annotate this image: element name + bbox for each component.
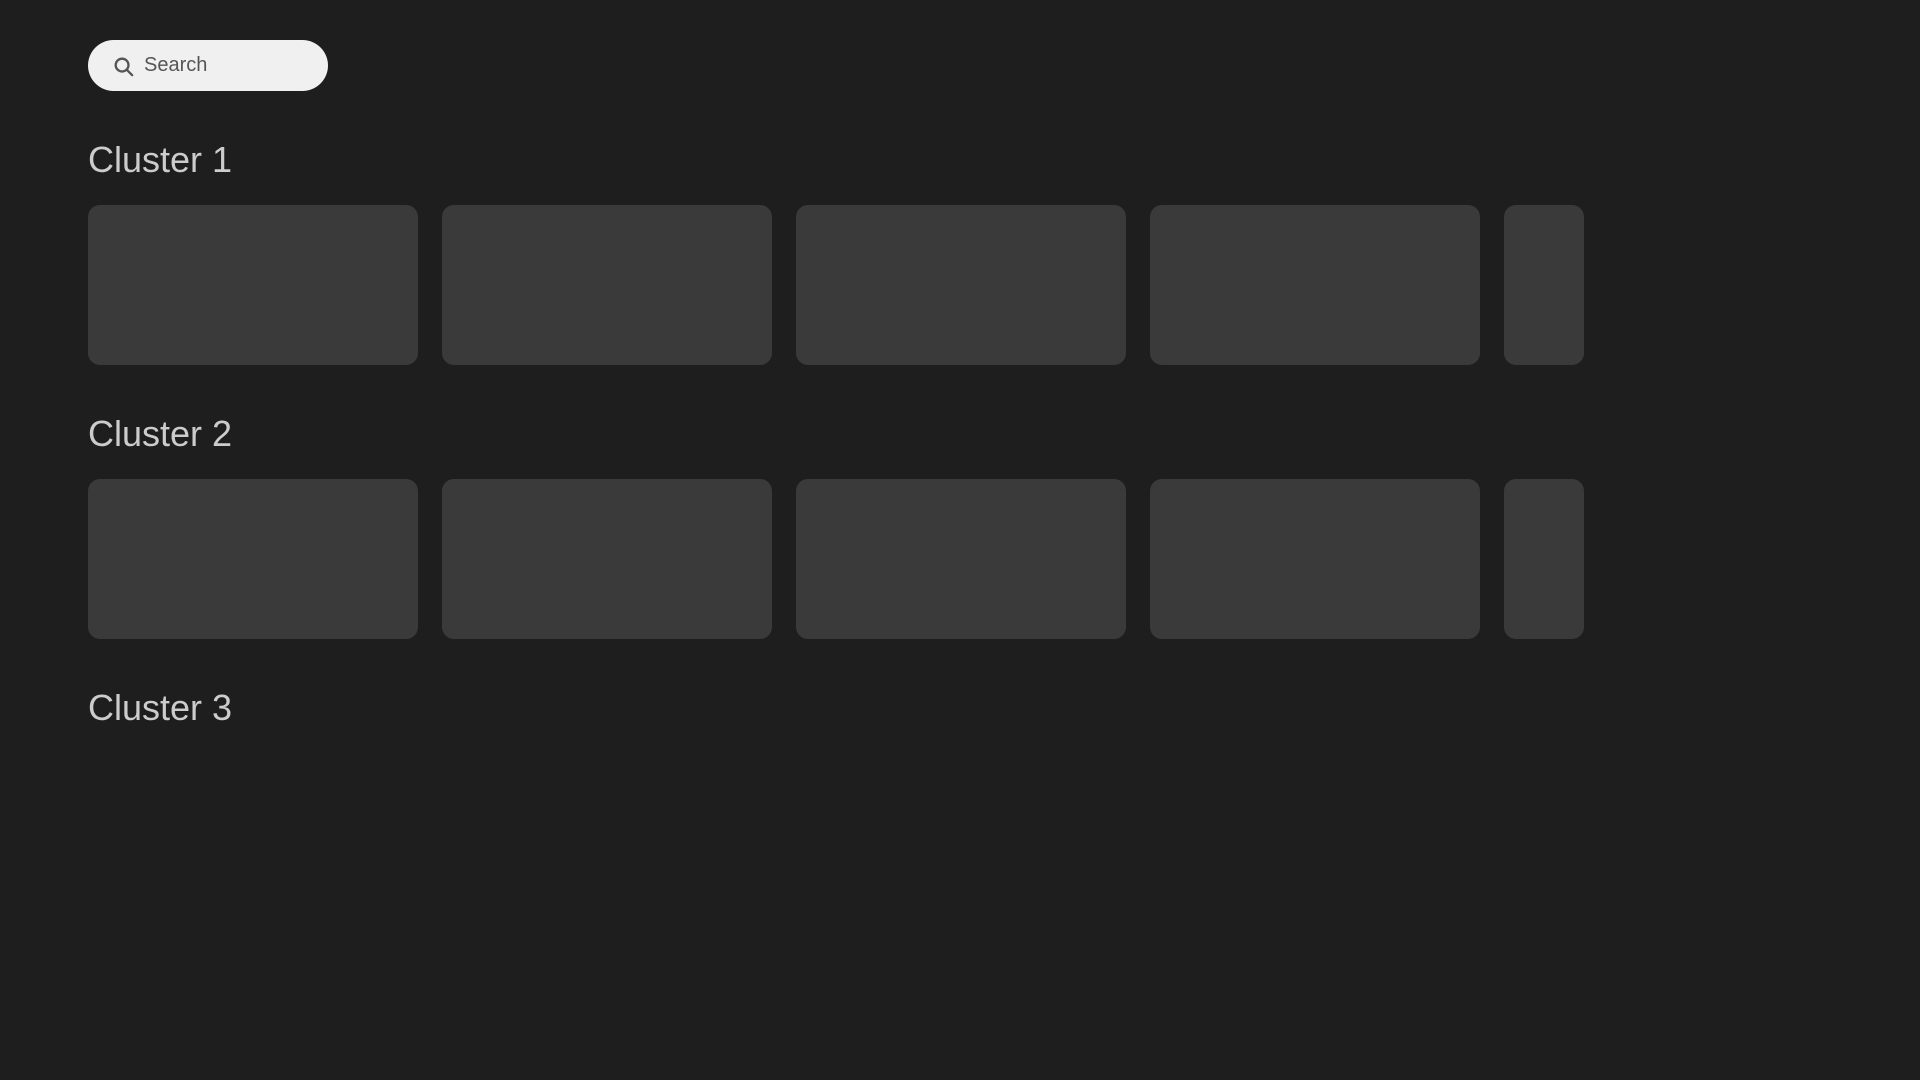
cluster-2-card-2[interactable] <box>442 479 772 639</box>
cluster-1-title: Cluster 1 <box>88 139 1832 181</box>
cluster-2-title: Cluster 2 <box>88 413 1832 455</box>
cluster-1-section: Cluster 1 <box>88 139 1832 365</box>
cluster-3-section: Cluster 3 <box>88 687 1832 729</box>
cluster-2-card-1[interactable] <box>88 479 418 639</box>
cluster-1-card-1[interactable] <box>88 205 418 365</box>
cluster-1-card-4[interactable] <box>1150 205 1480 365</box>
cluster-1-card-2[interactable] <box>442 205 772 365</box>
cluster-2-card-3[interactable] <box>796 479 1126 639</box>
search-bar[interactable]: Search <box>88 40 328 91</box>
cluster-1-card-5[interactable] <box>1504 205 1584 365</box>
cluster-1-card-3[interactable] <box>796 205 1126 365</box>
cluster-1-grid <box>88 205 1832 365</box>
cluster-2-card-4[interactable] <box>1150 479 1480 639</box>
main-container: Search Cluster 1 Cluster 2 Cluster 3 <box>0 0 1920 817</box>
search-icon <box>112 55 134 77</box>
cluster-2-section: Cluster 2 <box>88 413 1832 639</box>
cluster-2-grid <box>88 479 1832 639</box>
cluster-3-title: Cluster 3 <box>88 687 1832 729</box>
cluster-2-card-5[interactable] <box>1504 479 1584 639</box>
search-label: Search <box>144 54 207 77</box>
